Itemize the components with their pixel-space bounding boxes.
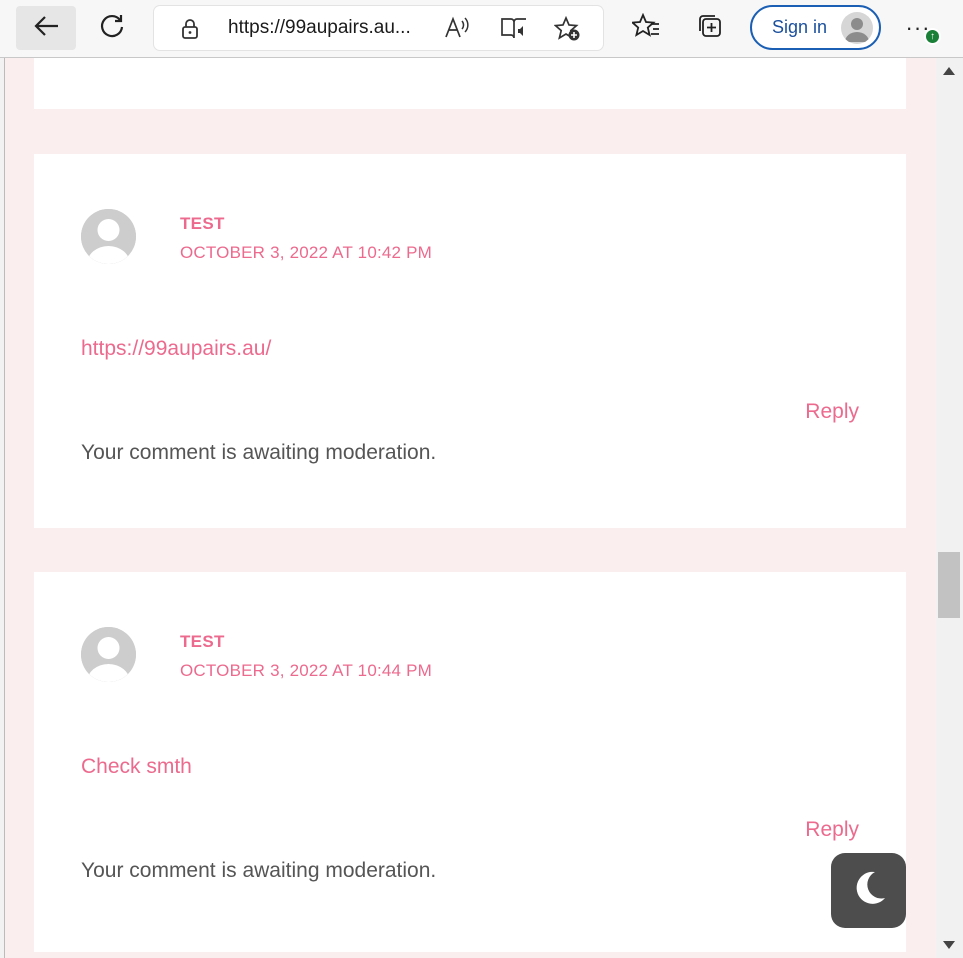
comment-card: TEST OCTOBER 3, 2022 AT 10:44 PM Check s… [34, 572, 906, 952]
comment-avatar [81, 627, 136, 682]
moderation-notice: Your comment is awaiting moderation. [81, 859, 437, 882]
update-available-icon: ↑ [924, 28, 941, 45]
lock-icon[interactable] [180, 18, 200, 45]
add-favorite-icon[interactable] [553, 15, 582, 47]
comment-author[interactable]: TEST [180, 632, 225, 652]
default-avatar-icon [81, 209, 136, 264]
read-aloud-icon[interactable] [444, 16, 470, 46]
browser-toolbar: https://99aupairs.au... Sign in ··· ↑ [0, 0, 963, 58]
comment-date[interactable]: OCTOBER 3, 2022 AT 10:44 PM [180, 661, 432, 681]
profile-icon [841, 12, 873, 44]
refresh-icon [99, 13, 125, 44]
immersive-reader-icon[interactable] [500, 16, 528, 45]
page-viewport: TEST OCTOBER 3, 2022 AT 10:42 PM https:/… [5, 58, 936, 958]
comment-card: TEST OCTOBER 3, 2022 AT 10:42 PM https:/… [34, 154, 906, 528]
page-scrollbar[interactable] [936, 58, 963, 958]
comment-author[interactable]: TEST [180, 214, 225, 234]
comment-content-link[interactable]: https://99aupairs.au/ [81, 337, 271, 361]
reply-link[interactable]: Reply [805, 818, 859, 842]
default-avatar-icon [81, 627, 136, 682]
comment-content: Check smth [81, 755, 192, 778]
url-text[interactable]: https://99aupairs.au... [228, 17, 436, 39]
comment-card-partial [34, 58, 906, 109]
back-arrow-icon [32, 14, 60, 43]
moderation-notice: Your comment is awaiting moderation. [81, 441, 437, 464]
moon-icon [849, 868, 889, 913]
back-button[interactable] [16, 6, 76, 50]
reply-link[interactable]: Reply [805, 400, 859, 424]
favorites-icon [630, 12, 660, 44]
collections-icon [696, 12, 724, 45]
collections-button[interactable] [690, 8, 730, 48]
comment-avatar [81, 209, 136, 264]
scroll-down-arrow-icon[interactable] [943, 941, 955, 949]
scrollbar-thumb[interactable] [938, 552, 960, 618]
sign-in-label: Sign in [772, 17, 828, 37]
address-bar[interactable]: https://99aupairs.au... [154, 6, 603, 50]
scroll-up-arrow-icon[interactable] [943, 67, 955, 75]
comment-date[interactable]: OCTOBER 3, 2022 AT 10:42 PM [180, 243, 432, 263]
refresh-button[interactable] [90, 6, 134, 50]
dark-mode-toggle-button[interactable] [831, 853, 906, 928]
favorites-button[interactable] [626, 8, 666, 48]
sign-in-button[interactable]: Sign in [750, 5, 881, 50]
